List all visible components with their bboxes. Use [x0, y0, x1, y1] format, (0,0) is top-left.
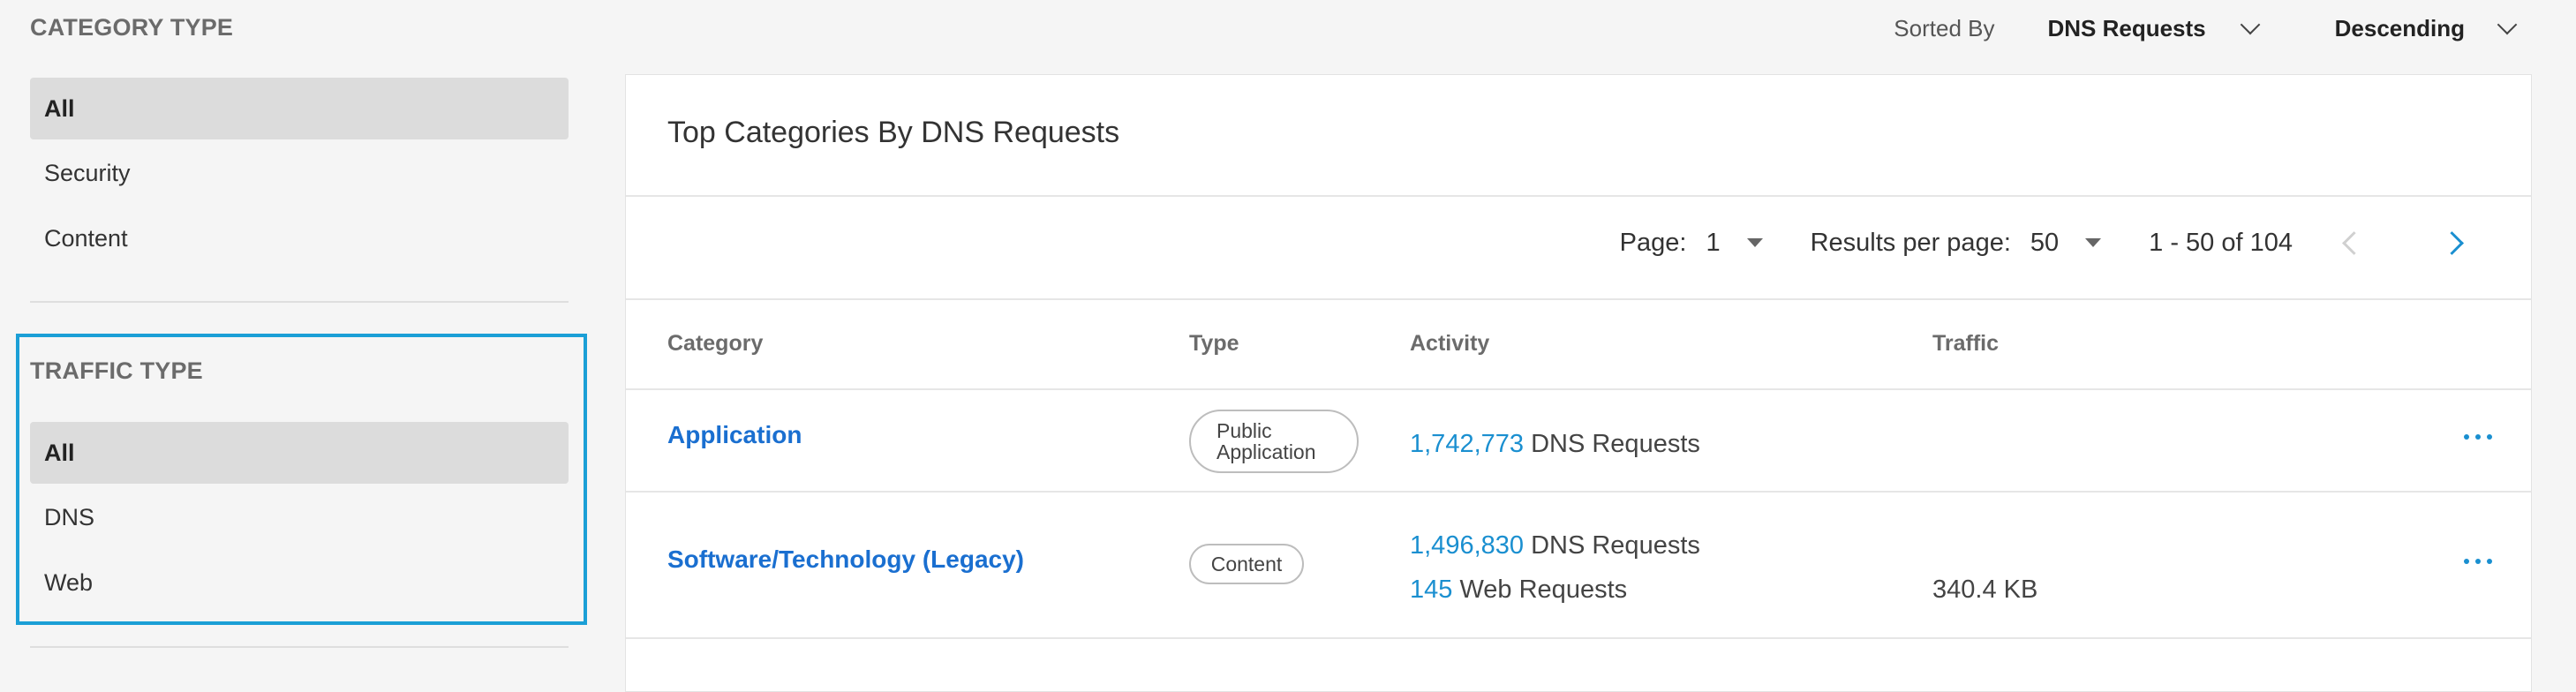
sort-bar: Sorted By DNS Requests Descending — [1894, 11, 2576, 46]
sidebar-divider — [30, 301, 569, 303]
pagination: Page: 1 Results per page: 50 1 - 50 of 1… — [1619, 225, 2464, 260]
category-type-title: CATEGORY TYPE — [30, 14, 234, 41]
sorted-by-label: Sorted By — [1894, 14, 1995, 41]
table-divider — [626, 637, 2531, 639]
category-link[interactable]: Software/Technology (Legacy) — [667, 545, 1024, 574]
sidebar-divider — [30, 646, 569, 648]
table-divider — [626, 388, 2531, 390]
sort-direction-value: Descending — [2334, 14, 2465, 41]
activity-count[interactable]: 1,496,830 — [1410, 531, 1524, 560]
column-header-category[interactable]: Category — [667, 331, 763, 357]
table-divider — [626, 491, 2531, 493]
category-type-content[interactable]: Content — [30, 207, 569, 269]
activity-web: 145 Web Requests — [1410, 575, 1627, 605]
sort-field-select[interactable]: DNS Requests — [2047, 14, 2260, 42]
activity-label: DNS Requests — [1531, 531, 1700, 560]
per-page-label: Results per page: — [1810, 228, 2011, 257]
activity-count[interactable]: 1,742,773 — [1410, 430, 1524, 458]
card-title: Top Categories By DNS Requests — [667, 116, 1120, 149]
traffic-value: 340.4 KB — [1932, 575, 2038, 604]
activity-dns: 1,742,773 DNS Requests — [1410, 430, 1700, 459]
traffic-type-web[interactable]: Web — [30, 552, 569, 613]
traffic-type-dns[interactable]: DNS — [30, 486, 569, 548]
top-categories-card: Top Categories By DNS Requests Page: 1 R… — [625, 74, 2532, 692]
chevron-down-icon — [2240, 14, 2260, 35]
category-link[interactable]: Application — [667, 421, 802, 449]
chevron-left-icon[interactable] — [2342, 230, 2366, 255]
activity-label: DNS Requests — [1531, 430, 1700, 458]
filter-sidebar: CATEGORY TYPE All Security Content TRAFF… — [0, 0, 600, 673]
column-header-type[interactable]: Type — [1189, 331, 1239, 357]
category-type-all[interactable]: All — [30, 78, 569, 139]
traffic-type-title: TRAFFIC TYPE — [30, 357, 203, 384]
page-label: Page: — [1619, 228, 1687, 257]
type-badge: Content — [1189, 544, 1304, 584]
category-type-security[interactable]: Security — [30, 142, 569, 204]
page-select-value[interactable]: 1 — [1706, 229, 1720, 258]
card-divider — [626, 298, 2531, 300]
sort-direction-select[interactable]: Descending — [2334, 14, 2518, 42]
column-header-traffic[interactable]: Traffic — [1932, 331, 1999, 357]
caret-down-icon[interactable] — [1746, 238, 1763, 247]
type-badge-label: Content — [1210, 553, 1283, 575]
more-options-icon[interactable] — [2464, 559, 2492, 564]
activity-count[interactable]: 145 — [1410, 575, 1452, 604]
caret-down-icon[interactable] — [2085, 238, 2102, 247]
sort-field-value: DNS Requests — [2047, 14, 2206, 41]
traffic-type-all[interactable]: All — [30, 422, 569, 484]
chevron-right-icon[interactable] — [2440, 230, 2464, 255]
chevron-down-icon — [2497, 14, 2518, 35]
per-page-select-value[interactable]: 50 — [2030, 229, 2059, 258]
type-badge: Public Application — [1189, 410, 1359, 473]
results-range: 1 - 50 of 104 — [2149, 228, 2293, 257]
card-divider — [626, 195, 2531, 197]
activity-label: Web Requests — [1459, 575, 1628, 604]
type-badge-label: Public Application — [1216, 419, 1316, 463]
more-options-icon[interactable] — [2464, 434, 2492, 440]
column-header-activity[interactable]: Activity — [1410, 331, 1489, 357]
activity-dns: 1,496,830 DNS Requests — [1410, 531, 1700, 560]
